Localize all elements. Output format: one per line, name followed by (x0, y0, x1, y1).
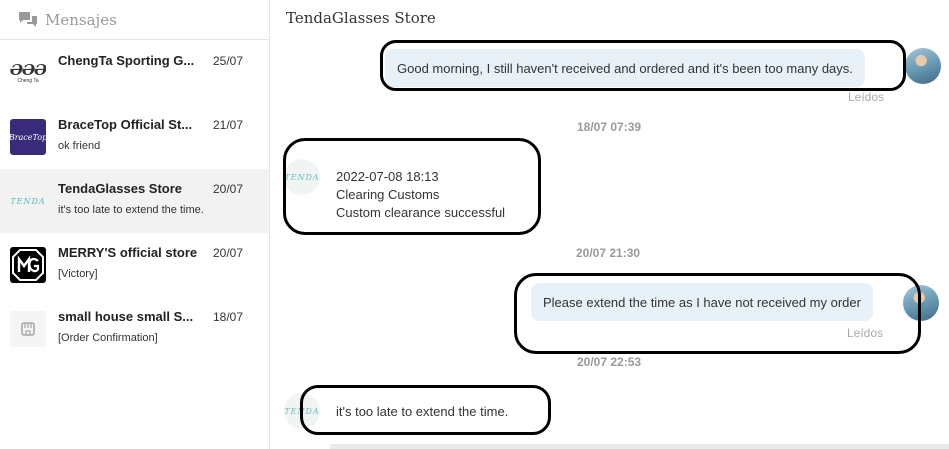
message-text: Good morning, I still haven't received a… (397, 60, 853, 76)
sidebar-title: Mensajes (45, 10, 117, 29)
incoming-message: it's too late to extend the time. (336, 403, 508, 421)
read-status: Leídos (847, 326, 884, 340)
chat-scrollbar[interactable] (330, 444, 949, 449)
conversation-name: ChengTa Sporting G... (58, 53, 195, 68)
conversation-name: TendaGlasses Store (58, 181, 183, 196)
outgoing-message: Good morning, I still haven't received a… (385, 49, 865, 87)
user-avatar (905, 48, 941, 84)
store-avatar-text: TENDA (284, 172, 320, 182)
user-avatar (903, 285, 939, 321)
outgoing-message: Please extend the time as I have not rec… (531, 283, 873, 321)
message-timestamp: 18/07 07:39 (577, 120, 642, 134)
chengta-logo-marks: ƏƏƏ (10, 60, 46, 79)
conversation-name: small house small S... (58, 309, 194, 324)
chat-title: TendaGlasses Store (286, 9, 436, 27)
chengta-logo: ƏƏƏ Cheng Ta (10, 55, 46, 91)
conversation-preview: [Victory] (58, 268, 98, 280)
conversation-preview: [Order Confirmation] (58, 332, 158, 344)
conversation-item[interactable]: BraceTop BraceTop Official St... 21/07 o… (0, 105, 269, 169)
chat-bubbles-icon (19, 11, 37, 27)
read-status: Leídos (848, 90, 885, 104)
store-avatar: TENDA (284, 159, 320, 195)
message-line: Custom clearance successful (336, 205, 506, 220)
chengta-logo-subtitle: Cheng Ta (17, 77, 39, 84)
conversation-date: 25/07 (213, 54, 244, 68)
message-line: 2022-07-08 18:13 (336, 169, 439, 184)
store-avatar: TENDA (284, 393, 320, 429)
bracetop-logo: BraceTop (10, 119, 46, 155)
chat-header: TendaGlasses Store (270, 0, 949, 36)
conversation-name: BraceTop Official St... (58, 117, 193, 132)
mg-logo (10, 247, 46, 283)
conversation-preview: it's too late to extend the time. (58, 204, 204, 216)
conversation-item[interactable]: MERRY'S official store 20/07 [Victory] (0, 233, 269, 297)
conversation-date: 18/07 (213, 310, 244, 324)
incoming-message: 2022-07-08 18:13 Clearing Customs Custom… (336, 168, 505, 222)
message-line: Clearing Customs (336, 187, 440, 202)
tenda-logo: TENDA (10, 196, 46, 206)
conversation-item[interactable]: small house small S... 18/07 [Order Conf… (0, 297, 269, 361)
conversation-name: MERRY'S official store (58, 245, 198, 260)
chat-panel: TendaGlasses Store Good morning, I still… (270, 0, 949, 449)
conversation-item-active[interactable]: TENDA TendaGlasses Store 20/07 it's too … (0, 169, 269, 233)
conversation-date: 20/07 (213, 246, 244, 260)
conversation-item[interactable]: ƏƏƏ Cheng Ta ChengTa Sporting G... 25/07 (0, 41, 269, 105)
store-avatar-text: TENDA (284, 406, 320, 416)
conversation-sidebar: Mensajes ƏƏƏ Cheng Ta ChengTa Sporting G… (0, 0, 270, 449)
conversation-preview: ok friend (58, 140, 101, 152)
message-timestamp: 20/07 21:30 (576, 246, 641, 260)
message-text: Please extend the time as I have not rec… (543, 294, 861, 310)
store-logo (10, 311, 46, 347)
message-timestamp: 20/07 22:53 (577, 355, 642, 369)
conversation-date: 21/07 (213, 118, 244, 132)
message-text: it's too late to extend the time. (336, 404, 509, 419)
sidebar-header: Mensajes (0, 0, 269, 40)
conversation-date: 20/07 (213, 182, 244, 196)
